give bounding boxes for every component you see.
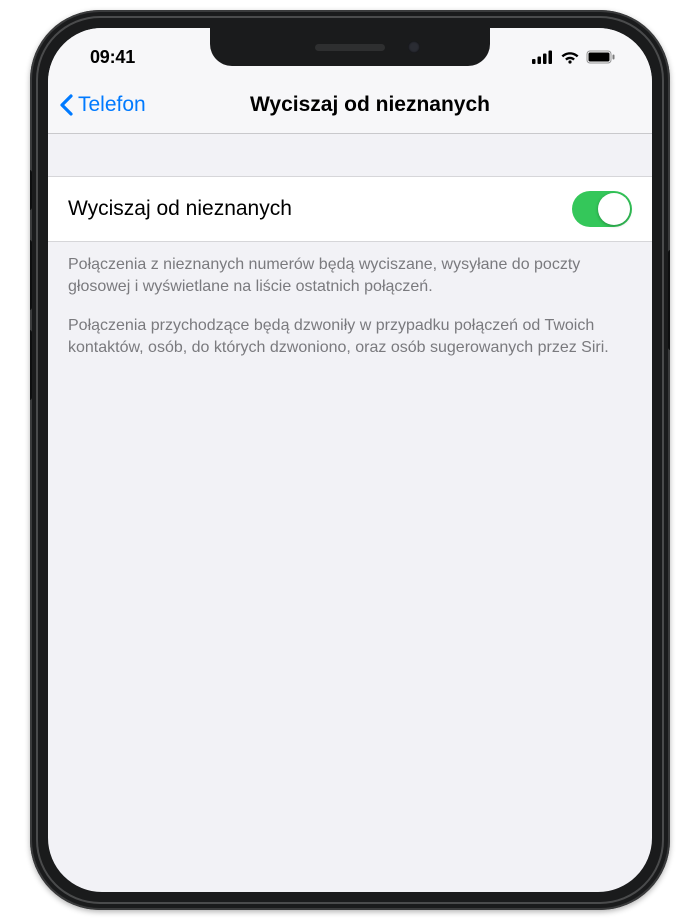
setting-label: Wyciszaj od nieznanych [68, 197, 292, 221]
cellular-icon [532, 50, 554, 64]
back-label: Telefon [78, 93, 146, 117]
speaker [315, 44, 385, 51]
silence-unknown-toggle[interactable] [572, 191, 632, 227]
front-camera [408, 41, 420, 53]
nav-bar: Telefon Wyciszaj od nieznanych [48, 76, 652, 134]
screen: 09:41 [48, 28, 652, 892]
toggle-knob [598, 193, 630, 225]
notch [210, 28, 490, 66]
status-time: 09:41 [90, 47, 135, 68]
phone-frame: 09:41 [30, 10, 670, 910]
section-spacer [48, 134, 652, 176]
footer-paragraph-1: Połączenia z nieznanych numerów będą wyc… [68, 254, 632, 297]
volume-down-button [30, 330, 32, 400]
chevron-left-icon [58, 93, 74, 117]
status-icons [532, 50, 616, 64]
power-button [668, 250, 670, 350]
content: Telefon Wyciszaj od nieznanych Wyciszaj … [48, 76, 652, 892]
mute-switch [30, 170, 32, 210]
battery-icon [586, 50, 616, 64]
back-button[interactable]: Telefon [58, 93, 146, 117]
volume-up-button [30, 240, 32, 310]
footer-paragraph-2: Połączenia przychodzące będą dzwoniły w … [68, 315, 632, 358]
footer-description: Połączenia z nieznanych numerów będą wyc… [48, 242, 652, 358]
silence-unknown-row: Wyciszaj od nieznanych [48, 176, 652, 242]
wifi-icon [560, 50, 580, 64]
